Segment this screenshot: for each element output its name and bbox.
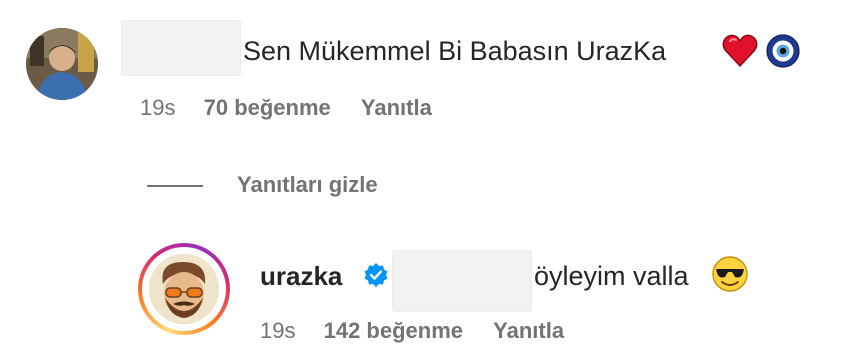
verified-badge-icon — [363, 262, 389, 288]
smiling-face-with-sunglasses-icon — [711, 255, 749, 293]
reply-username[interactable]: urazka — [260, 263, 342, 289]
reply-likes-button[interactable]: 142 beğenme — [324, 318, 463, 343]
story-ring-gap — [142, 247, 226, 331]
reply-time: 19s — [260, 318, 296, 343]
comment-meta: 19s 70 beğenme Yanıtla — [140, 97, 432, 119]
replies-divider-line — [147, 185, 203, 187]
comment-reply-button[interactable]: Yanıtla — [361, 95, 432, 120]
reply-reply-button[interactable]: Yanıtla — [493, 318, 564, 343]
reply-meta: 19s 142 beğenme Yanıtla — [260, 320, 564, 342]
commenter-avatar[interactable] — [26, 28, 98, 100]
reply-text: öyleyim valla — [534, 261, 689, 291]
red-heart-icon — [722, 34, 758, 68]
comment-text: Sen Mükemmel Bi Babasın UrazKa — [243, 36, 667, 66]
reply-avatar[interactable] — [149, 254, 219, 324]
hide-replies-button[interactable]: Yanıtları gizle — [237, 174, 378, 196]
comment-likes-button[interactable]: 70 beğenme — [204, 95, 331, 120]
redacted-mention — [392, 250, 532, 312]
redacted-username — [121, 20, 241, 76]
reply-avatar-story-ring[interactable] — [138, 243, 230, 335]
nazar-amulet-icon — [765, 33, 801, 69]
comment-time: 19s — [140, 95, 176, 120]
